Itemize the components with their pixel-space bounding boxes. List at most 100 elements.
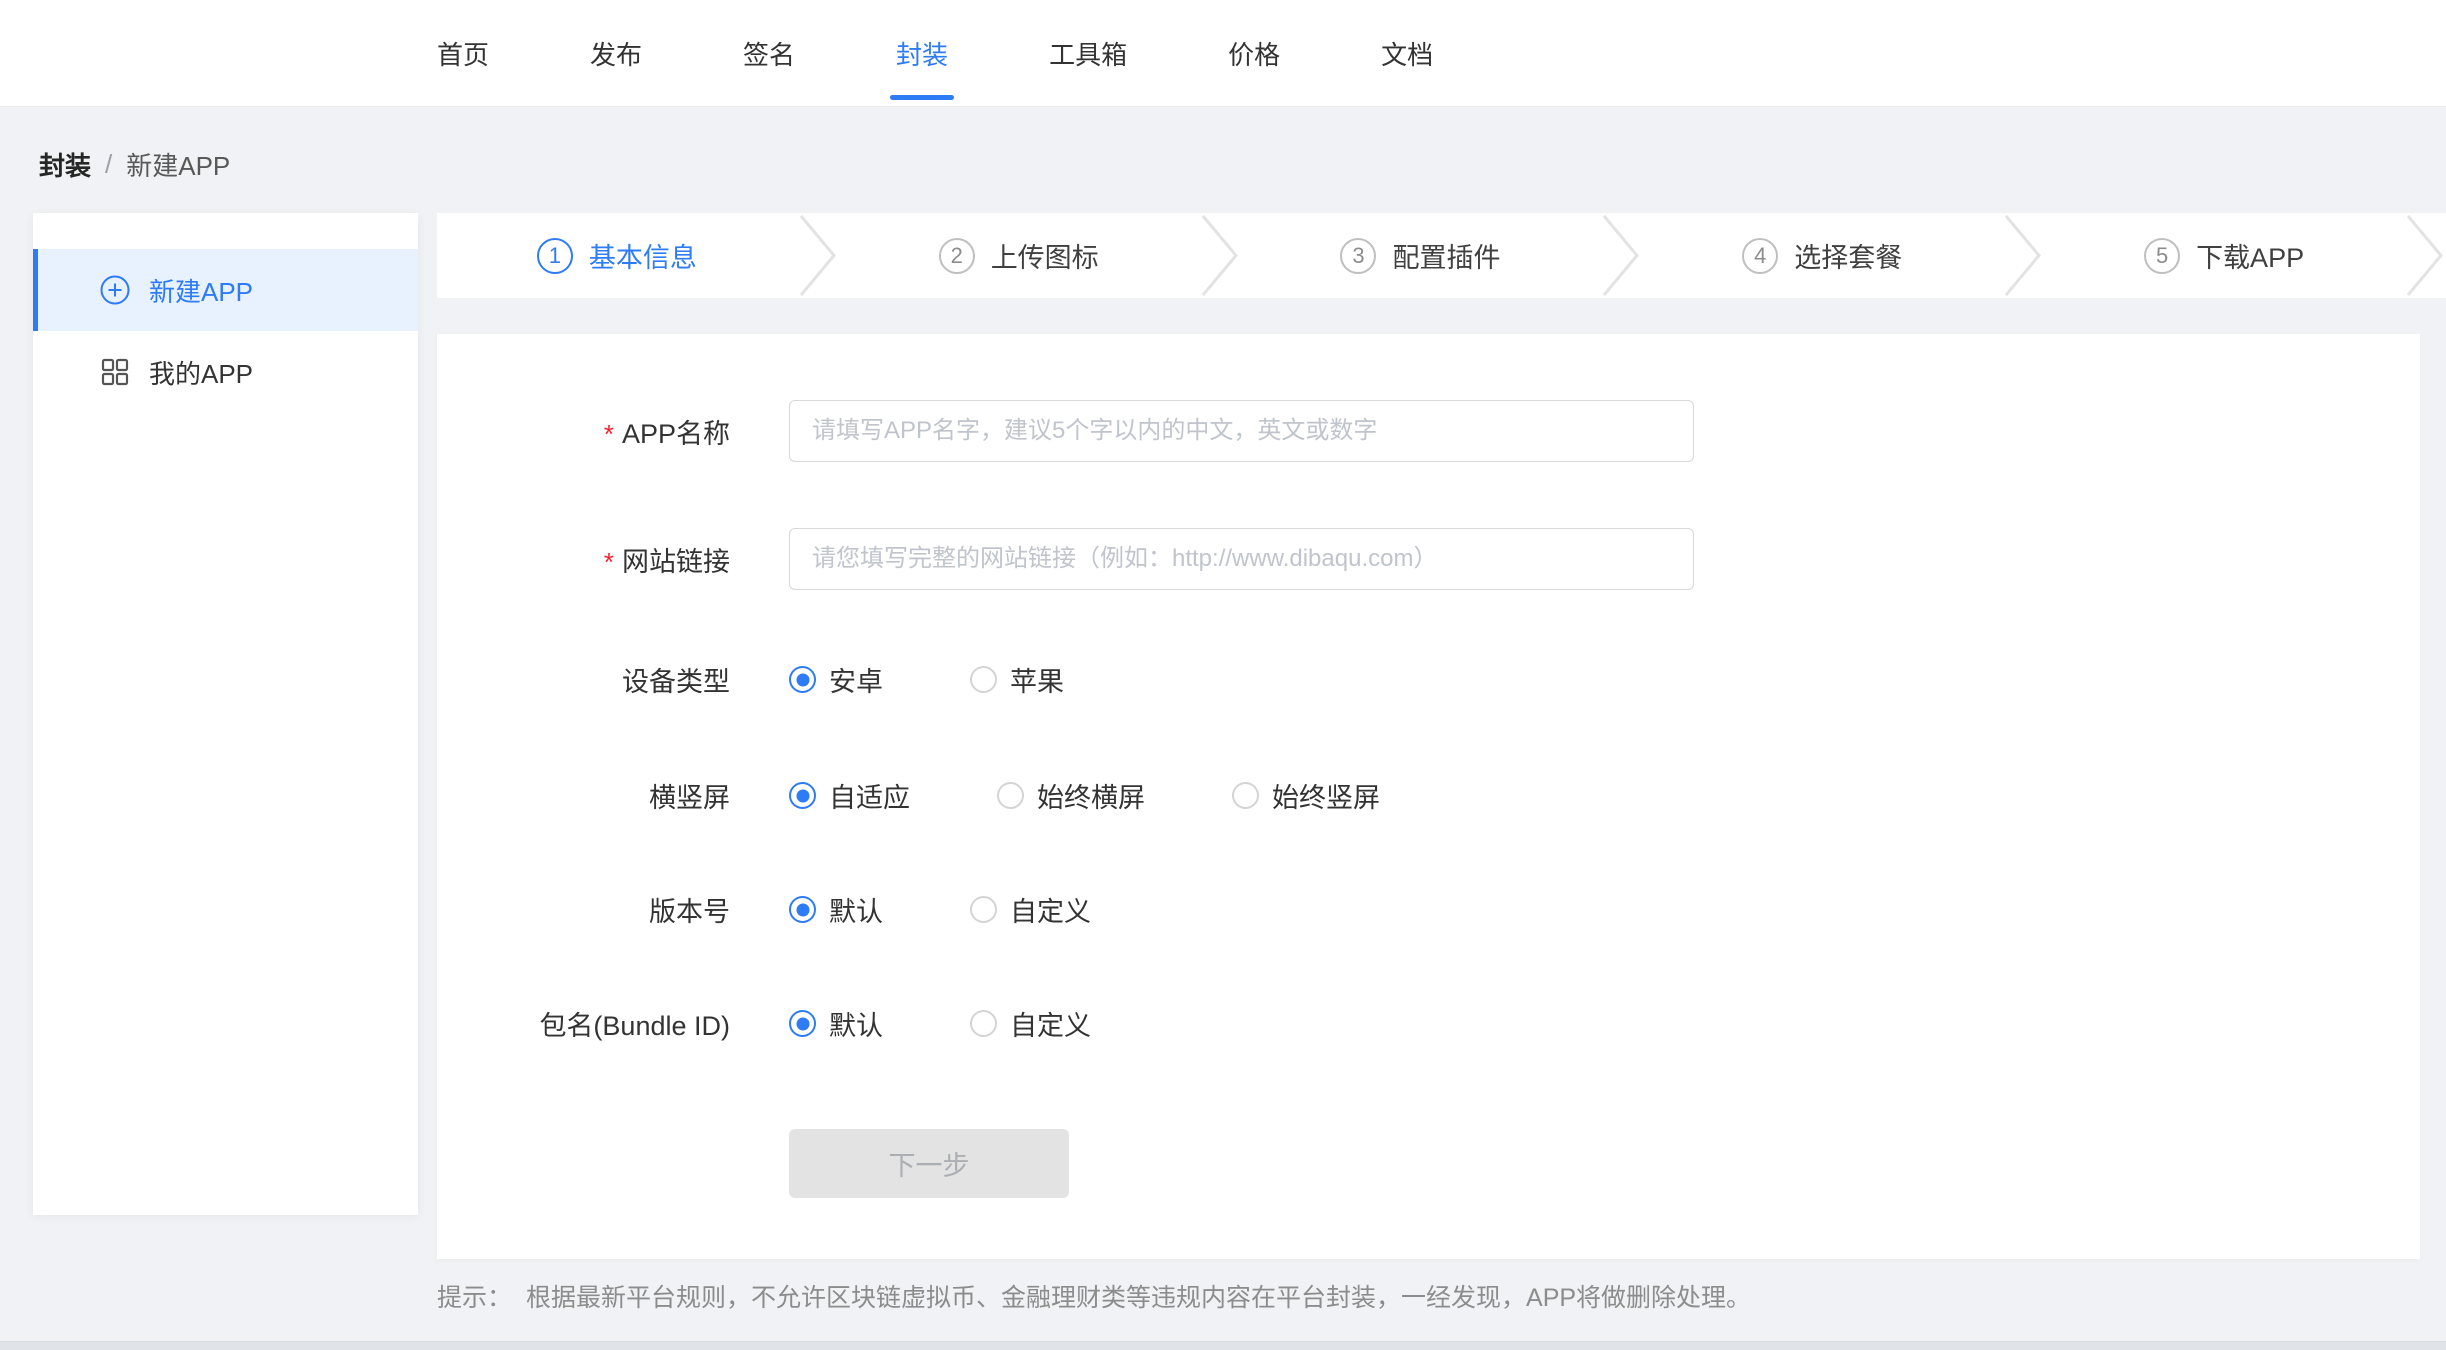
form-row-site-url: * 网站链接 bbox=[437, 528, 2420, 590]
radio-option-bundle-default[interactable]: 默认 bbox=[789, 1004, 883, 1043]
site-url-input[interactable] bbox=[789, 528, 1694, 590]
required-asterisk: * bbox=[604, 419, 614, 449]
form-row-device-type: 设备类型 安卓 苹果 bbox=[437, 660, 2420, 699]
radio-unselected-icon bbox=[970, 666, 997, 693]
orientation-label: 横竖屏 bbox=[437, 776, 730, 815]
top-nav: 首页 发布 签名 封装 工具箱 价格 文档 bbox=[0, 0, 2446, 107]
version-radio-group: 默认 自定义 bbox=[789, 890, 1178, 929]
field-label-text: 网站链接 bbox=[622, 547, 730, 577]
step-number-badge: 4 bbox=[1742, 238, 1778, 274]
step-number-badge: 3 bbox=[1340, 238, 1376, 274]
form-row-version: 版本号 默认 自定义 bbox=[437, 890, 2420, 929]
sidebar-item-new-app[interactable]: 新建APP bbox=[33, 249, 418, 331]
step-label: 下载APP bbox=[2196, 236, 2304, 275]
form-row-orientation: 横竖屏 自适应 始终横屏 始终竖屏 bbox=[437, 776, 2420, 815]
radio-selected-icon bbox=[789, 1010, 816, 1037]
radio-unselected-icon bbox=[1232, 782, 1259, 809]
radio-option-landscape[interactable]: 始终横屏 bbox=[997, 776, 1145, 815]
step-arrow-icon bbox=[2404, 213, 2446, 298]
step-basic-info[interactable]: 1 基本信息 bbox=[437, 213, 797, 298]
step-download-app[interactable]: 5 下载APP bbox=[2044, 213, 2404, 298]
radio-option-label: 自定义 bbox=[1010, 1004, 1091, 1043]
radio-option-label: 自适应 bbox=[829, 776, 910, 815]
radio-selected-icon bbox=[789, 666, 816, 693]
step-number-badge: 2 bbox=[939, 238, 975, 274]
footer-strip bbox=[0, 1341, 2446, 1350]
sidebar-item-label: 我的APP bbox=[149, 354, 253, 391]
nav-item-home[interactable]: 首页 bbox=[437, 0, 489, 106]
nav-item-pricing[interactable]: 价格 bbox=[1228, 0, 1280, 106]
radio-option-version-custom[interactable]: 自定义 bbox=[970, 890, 1091, 929]
page: 首页 发布 签名 封装 工具箱 价格 文档 封装 / 新建APP 新建APP bbox=[0, 0, 2446, 1350]
radio-option-bundle-custom[interactable]: 自定义 bbox=[970, 1004, 1091, 1043]
step-label: 基本信息 bbox=[589, 236, 697, 275]
field-label-text: 包名(Bundle ID) bbox=[539, 1011, 730, 1041]
device-type-label: 设备类型 bbox=[437, 660, 730, 699]
breadcrumb-current: 新建APP bbox=[126, 146, 230, 183]
step-choose-plan[interactable]: 4 选择套餐 bbox=[1642, 213, 2002, 298]
radio-option-ios[interactable]: 苹果 bbox=[970, 660, 1064, 699]
bundle-id-label: 包名(Bundle ID) bbox=[437, 1004, 730, 1043]
app-name-input[interactable] bbox=[789, 400, 1694, 462]
field-label-text: 设备类型 bbox=[622, 667, 730, 697]
app-name-label: * APP名称 bbox=[437, 412, 730, 451]
step-arrow-icon bbox=[1199, 213, 1241, 298]
step-configure-plugins[interactable]: 3 配置插件 bbox=[1241, 213, 1601, 298]
radio-unselected-icon bbox=[970, 896, 997, 923]
radio-option-label: 始终横屏 bbox=[1037, 776, 1145, 815]
version-label: 版本号 bbox=[437, 890, 730, 929]
nav-item-docs[interactable]: 文档 bbox=[1381, 0, 1433, 106]
radio-option-label: 安卓 bbox=[829, 660, 883, 699]
step-arrow-icon bbox=[2002, 213, 2044, 298]
nav-item-package[interactable]: 封装 bbox=[896, 0, 948, 106]
next-step-button[interactable]: 下一步 bbox=[789, 1129, 1069, 1198]
breadcrumb-separator: / bbox=[105, 149, 112, 180]
radio-option-label: 默认 bbox=[829, 1004, 883, 1043]
step-label: 配置插件 bbox=[1392, 236, 1500, 275]
radio-option-label: 苹果 bbox=[1010, 660, 1064, 699]
radio-option-android[interactable]: 安卓 bbox=[789, 660, 883, 699]
grid-icon bbox=[99, 356, 131, 388]
steps-bar: 1 基本信息 2 上传图标 3 配置插件 4 选择套餐 5 下载APP bbox=[437, 213, 2446, 298]
step-arrow-icon bbox=[797, 213, 839, 298]
nav-item-sign[interactable]: 签名 bbox=[743, 0, 795, 106]
step-number-badge: 1 bbox=[537, 238, 573, 274]
new-app-form: * APP名称 * 网站链接 设备类型 安卓 苹果 bbox=[437, 334, 2420, 1259]
breadcrumb: 封装 / 新建APP bbox=[39, 146, 230, 183]
sidebar-item-label: 新建APP bbox=[149, 272, 253, 309]
sidebar-item-my-apps[interactable]: 我的APP bbox=[33, 331, 418, 413]
field-label-text: 版本号 bbox=[649, 897, 730, 927]
radio-option-label: 始终竖屏 bbox=[1272, 776, 1380, 815]
radio-unselected-icon bbox=[970, 1010, 997, 1037]
radio-option-adaptive[interactable]: 自适应 bbox=[789, 776, 910, 815]
platform-rule-tip: 提示： 根据最新平台规则，不允许区块链虚拟币、金融理财类等违规内容在平台封装，一经… bbox=[437, 1278, 1751, 1314]
radio-selected-icon bbox=[789, 782, 816, 809]
form-row-app-name: * APP名称 bbox=[437, 400, 2420, 462]
required-asterisk: * bbox=[604, 547, 614, 577]
step-upload-icon[interactable]: 2 上传图标 bbox=[839, 213, 1199, 298]
radio-option-portrait[interactable]: 始终竖屏 bbox=[1232, 776, 1380, 815]
field-label-text: 横竖屏 bbox=[649, 783, 730, 813]
step-label: 选择套餐 bbox=[1794, 236, 1902, 275]
nav-item-toolbox[interactable]: 工具箱 bbox=[1049, 0, 1127, 106]
tip-body: 根据最新平台规则，不允许区块链虚拟币、金融理财类等违规内容在平台封装，一经发现，… bbox=[526, 1284, 1751, 1312]
radio-option-label: 自定义 bbox=[1010, 890, 1091, 929]
form-row-bundle-id: 包名(Bundle ID) 默认 自定义 bbox=[437, 1004, 2420, 1043]
sidebar: 新建APP 我的APP bbox=[33, 213, 418, 1215]
radio-unselected-icon bbox=[997, 782, 1024, 809]
site-url-label: * 网站链接 bbox=[437, 540, 730, 579]
tip-prefix: 提示： bbox=[437, 1284, 512, 1312]
breadcrumb-root[interactable]: 封装 bbox=[39, 146, 91, 183]
radio-selected-icon bbox=[789, 896, 816, 923]
field-label-text: APP名称 bbox=[622, 419, 730, 449]
step-label: 上传图标 bbox=[991, 236, 1099, 275]
radio-option-version-default[interactable]: 默认 bbox=[789, 890, 883, 929]
bundle-id-radio-group: 默认 自定义 bbox=[789, 1004, 1178, 1043]
radio-option-label: 默认 bbox=[829, 890, 883, 929]
orientation-radio-group: 自适应 始终横屏 始终竖屏 bbox=[789, 776, 1467, 815]
nav-item-publish[interactable]: 发布 bbox=[590, 0, 642, 106]
device-type-radio-group: 安卓 苹果 bbox=[789, 660, 1151, 699]
step-arrow-icon bbox=[1600, 213, 1642, 298]
step-number-badge: 5 bbox=[2144, 238, 2180, 274]
plus-circle-icon bbox=[99, 274, 131, 306]
